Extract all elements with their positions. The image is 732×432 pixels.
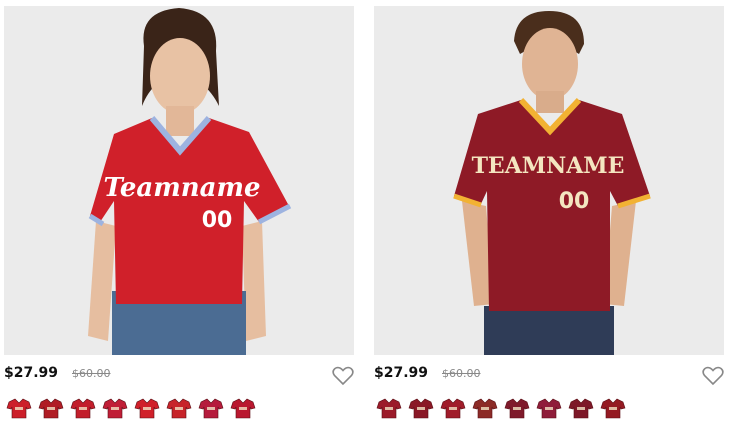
jersey-icon[interactable]: [600, 396, 626, 420]
color-swatch-list: [6, 396, 256, 420]
heart-icon[interactable]: [332, 366, 354, 386]
jersey-icon[interactable]: [134, 396, 160, 420]
price: $27.99: [374, 365, 429, 381]
jersey-team-text: TEAMNAME: [472, 153, 625, 179]
jersey-icon[interactable]: [408, 396, 434, 420]
model-man-jersey-illustration: TEAMNAME 00: [453, 11, 651, 355]
jersey-number-text: 00: [202, 208, 233, 233]
jersey-icon[interactable]: [70, 396, 96, 420]
jersey-icon[interactable]: [568, 396, 594, 420]
product-card[interactable]: Teamname 00 $27.99 $60.00: [4, 6, 354, 426]
price-row: $27.99 $60.00: [374, 363, 724, 387]
product-image[interactable]: Teamname 00: [4, 6, 354, 355]
price-row: $27.99 $60.00: [4, 363, 354, 387]
original-price: $60.00: [72, 367, 111, 380]
heart-icon[interactable]: [702, 366, 724, 386]
jersey-icon[interactable]: [198, 396, 224, 420]
jersey-icon[interactable]: [6, 396, 32, 420]
jersey-icon[interactable]: [440, 396, 466, 420]
jersey-icon[interactable]: [102, 396, 128, 420]
jersey-icon[interactable]: [38, 396, 64, 420]
price: $27.99: [4, 365, 59, 381]
color-swatch-list: [376, 396, 626, 420]
jersey-number-text: 00: [559, 189, 590, 214]
jersey-icon[interactable]: [166, 396, 192, 420]
jersey-icon[interactable]: [504, 396, 530, 420]
jersey-icon[interactable]: [230, 396, 256, 420]
product-image[interactable]: TEAMNAME 00: [374, 6, 724, 355]
jersey-icon[interactable]: [376, 396, 402, 420]
product-card[interactable]: TEAMNAME 00 $27.99 $60.00: [374, 6, 724, 426]
jersey-icon[interactable]: [472, 396, 498, 420]
model-woman-jersey-illustration: Teamname 00: [88, 8, 292, 355]
original-price: $60.00: [442, 367, 481, 380]
jersey-team-text: Teamname: [103, 173, 260, 203]
jersey-icon[interactable]: [536, 396, 562, 420]
